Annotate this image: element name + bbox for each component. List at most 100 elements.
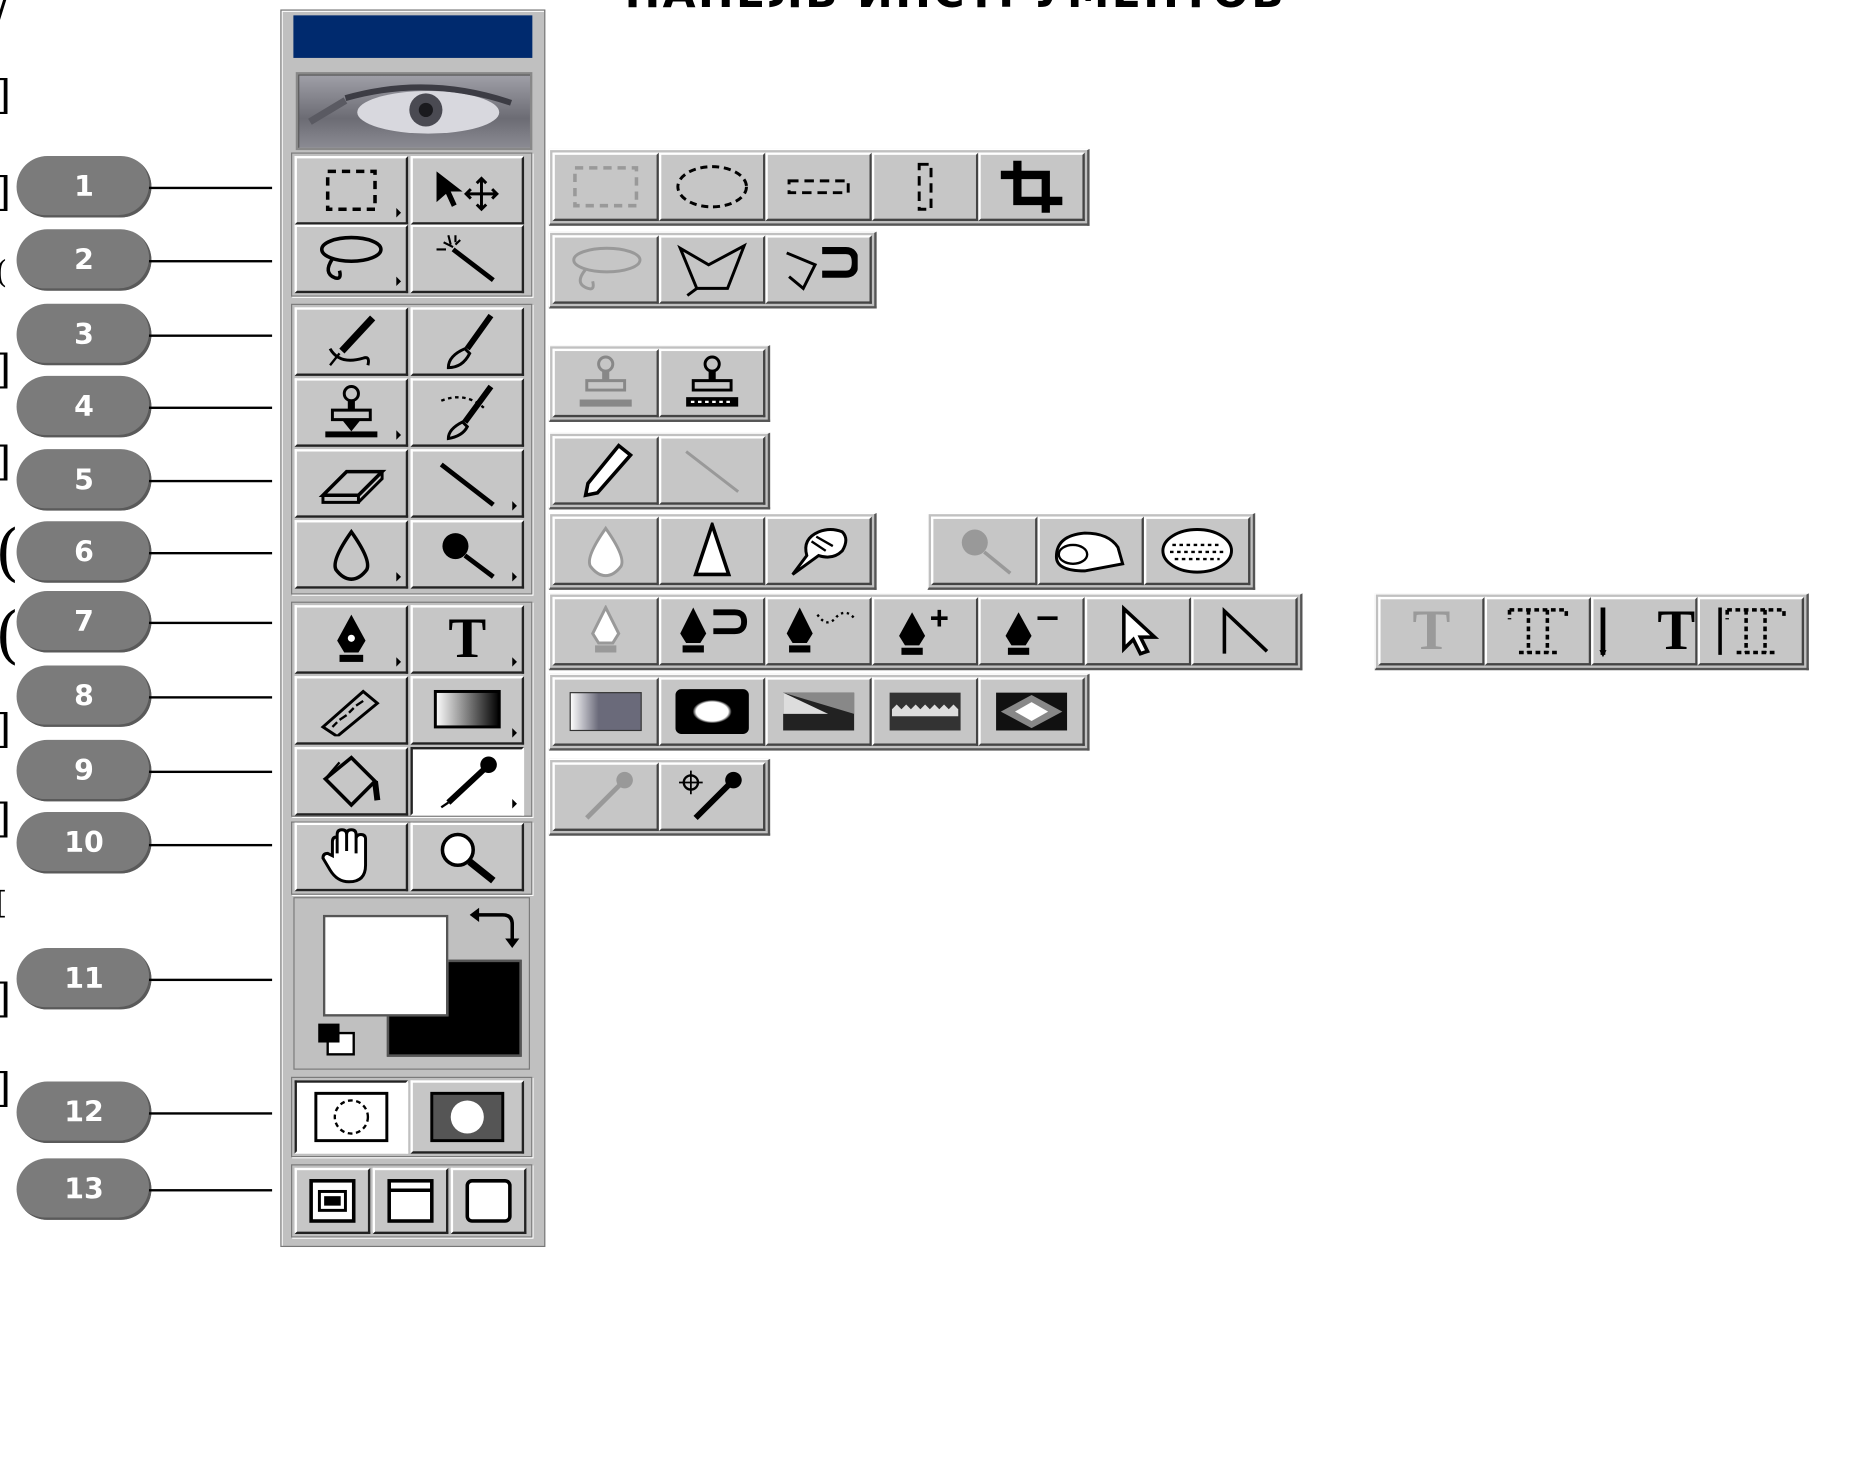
tool-line[interactable] [410, 449, 525, 518]
tool-dodge[interactable] [410, 520, 525, 589]
default-colors-icon[interactable] [316, 1021, 359, 1059]
tool-gradient[interactable] [410, 676, 525, 745]
flyout-single-row-marquee[interactable] [765, 152, 872, 222]
tool-paint-bucket[interactable] [294, 747, 409, 816]
standard-screen-mode-button[interactable] [294, 1167, 371, 1235]
tool-zoom[interactable] [410, 822, 525, 892]
tool-blur[interactable] [294, 520, 409, 589]
flyout-line[interactable] [658, 436, 766, 505]
edge-glyph: / [0, 0, 9, 28]
flyout-eyedropper[interactable] [552, 762, 659, 831]
flyout-convert-point[interactable] [1191, 596, 1298, 666]
flyout-color-sampler[interactable] [658, 762, 766, 831]
flyout-vertical-type-mask[interactable] [1697, 596, 1805, 666]
tool-eraser[interactable] [294, 449, 409, 518]
edge-glyph: [ [0, 889, 7, 920]
flyout-direct-select[interactable] [1084, 596, 1192, 666]
tool-measure[interactable] [294, 676, 409, 745]
color-swatch-area [293, 897, 530, 1070]
flyout-dodge[interactable] [931, 516, 1038, 586]
toolbox-title-bar[interactable] [293, 15, 533, 58]
flyout-sponge[interactable] [1143, 516, 1251, 586]
rubber-stamp-icon [325, 385, 378, 438]
tool-rect-marquee[interactable] [294, 156, 409, 225]
callout-badge-2: 2 [16, 229, 152, 291]
foreground-color-swatch[interactable] [322, 914, 449, 1017]
flyout-angle-gradient[interactable] [765, 677, 872, 746]
edge-glyph: ] [0, 709, 11, 749]
pencil-icon [583, 443, 634, 498]
leader-line [149, 621, 273, 625]
callout-badge-5: 5 [16, 449, 152, 511]
tool-rubber-stamp[interactable] [294, 378, 409, 447]
flyout-ellipse-marquee[interactable] [658, 152, 766, 222]
vertical-type-icon [1599, 607, 1607, 658]
mask-mode-group [291, 1076, 533, 1158]
edge-glyph: ] [0, 442, 11, 482]
flyout-radial-gradient[interactable] [658, 677, 766, 746]
pen-flyout [548, 593, 1303, 671]
type-mask-icon [1507, 608, 1569, 655]
flyout-rubber-stamp[interactable] [552, 348, 659, 418]
rect-marquee-icon [325, 169, 377, 211]
callout-badge-6: 6 [16, 521, 152, 583]
flyout-sharpen[interactable] [658, 516, 766, 586]
flyout-linear-gradient[interactable] [552, 677, 659, 746]
magic-wand-icon [436, 234, 495, 283]
tool-airbrush[interactable] [294, 307, 409, 376]
callout-badge-10: 10 [16, 812, 152, 874]
flyout-freeform-pen[interactable] [765, 596, 872, 666]
flyout-type-mask[interactable] [1484, 596, 1592, 666]
full-screen-menu-mode-button[interactable] [372, 1167, 449, 1235]
flyout-rect-marquee[interactable] [552, 152, 659, 222]
callout-badge-7: 7 [16, 591, 152, 653]
flyout-crop[interactable] [978, 152, 1085, 222]
flyout-pencil[interactable] [552, 436, 659, 505]
flyout-blur[interactable] [552, 516, 659, 586]
flyout-burn[interactable] [1037, 516, 1144, 586]
pen-icon [590, 605, 621, 653]
quick-mask-mode-button[interactable] [410, 1080, 525, 1154]
direct-select-icon [1122, 604, 1160, 656]
leader-line [149, 334, 273, 337]
flyout-pen[interactable] [552, 596, 659, 666]
gradient-flyout [548, 673, 1090, 751]
flyout-vertical-type[interactable]: T [1591, 596, 1698, 666]
convert-point-icon [1222, 606, 1269, 654]
adobe-eye-logo[interactable] [295, 72, 533, 151]
tool-history-brush[interactable] [410, 378, 525, 447]
freeform-pen-icon [786, 607, 857, 653]
tool-hand[interactable] [294, 822, 409, 892]
tool-pen[interactable] [294, 605, 409, 674]
linear-gradient-icon [569, 692, 642, 732]
flyout-single-column-marquee[interactable] [871, 152, 979, 222]
flyout-polygon-lasso[interactable] [658, 235, 766, 304]
tool-lasso[interactable] [294, 224, 409, 294]
flyout-magnetic-lasso[interactable] [765, 235, 872, 304]
sharpen-icon [693, 522, 732, 577]
flyout-pattern-stamp[interactable] [658, 348, 766, 418]
flyout-reflected-gradient[interactable] [871, 677, 979, 746]
flyout-type[interactable]: T [1378, 596, 1485, 666]
flyout-smudge[interactable] [765, 516, 872, 586]
flyout-magnetic-pen[interactable] [658, 596, 766, 666]
flyout-lasso[interactable] [552, 235, 659, 304]
tool-move[interactable] [410, 156, 525, 225]
flyout-delete-anchor[interactable] [978, 596, 1085, 666]
swap-colors-icon[interactable] [469, 905, 522, 950]
tool-type[interactable]: T [410, 605, 525, 674]
tool-eyedropper[interactable] [410, 747, 525, 816]
tool-paintbrush[interactable] [410, 307, 525, 376]
paintbrush-icon [446, 313, 494, 370]
line-icon [685, 450, 740, 493]
tool-magic-wand[interactable] [410, 224, 525, 294]
full-screen-mode-button[interactable] [450, 1167, 527, 1235]
marquee-flyout [548, 148, 1090, 226]
flyout-add-anchor[interactable] [871, 596, 979, 666]
callout-badge-3: 3 [16, 303, 152, 366]
rect-marquee-icon [573, 166, 639, 208]
standard-mode-button[interactable] [294, 1080, 409, 1154]
flyout-diamond-gradient[interactable] [978, 677, 1085, 746]
hand-icon [321, 828, 368, 884]
add-anchor-icon [899, 609, 948, 655]
